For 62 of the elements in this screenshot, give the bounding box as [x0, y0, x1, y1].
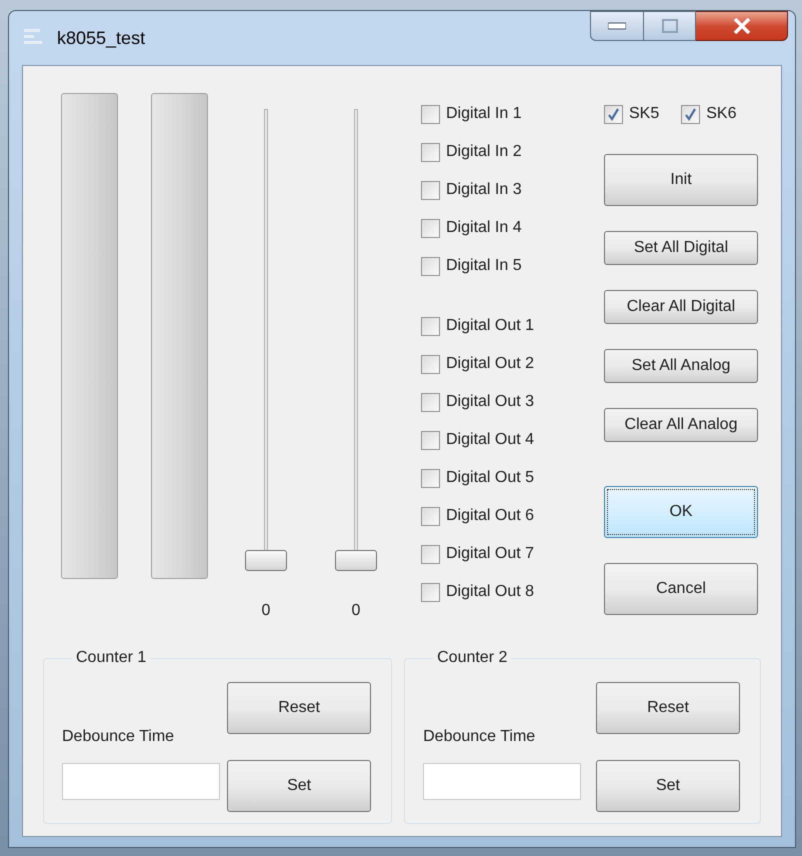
input-field[interactable]	[62, 763, 220, 800]
push-button[interactable]: Set	[596, 760, 740, 812]
checkbox[interactable]	[421, 468, 440, 488]
checkbox-row[interactable]: SK6	[681, 95, 736, 133]
group-title: Counter 2	[436, 648, 508, 668]
check-icon	[684, 108, 698, 120]
vertical-slider[interactable]	[335, 109, 377, 571]
checkbox[interactable]	[421, 142, 440, 162]
field-label: Debounce Time	[423, 727, 536, 747]
push-button[interactable]: Reset	[227, 682, 372, 734]
checkbox[interactable]	[681, 104, 700, 124]
checkbox-row[interactable]: Digital Out 5	[421, 459, 586, 497]
minimize-icon	[608, 22, 626, 30]
checkbox-row[interactable]: Digital Out 3	[421, 383, 586, 421]
input-field[interactable]	[423, 763, 582, 800]
checkbox-row[interactable]: Digital In 3	[421, 171, 586, 209]
push-button[interactable]: Cancel	[604, 563, 758, 615]
minimize-button[interactable]	[590, 11, 644, 41]
push-button[interactable]: Set	[227, 760, 372, 812]
checkbox[interactable]	[421, 104, 440, 124]
maximize-icon	[662, 19, 678, 33]
checkbox-row[interactable]: Digital In 2	[421, 133, 586, 171]
checkbox-row[interactable]: Digital Out 1	[421, 307, 586, 345]
checkbox[interactable]	[421, 430, 440, 450]
checkbox[interactable]	[421, 354, 440, 374]
push-button[interactable]: Clear All Analog	[604, 408, 758, 442]
slider-value: 0	[352, 601, 360, 621]
maximize-button[interactable]	[644, 11, 696, 41]
checkbox[interactable]	[604, 104, 623, 124]
checkbox[interactable]	[421, 256, 440, 276]
close-icon	[732, 18, 750, 34]
group-title: Counter 1	[75, 648, 148, 668]
checkbox[interactable]	[421, 180, 440, 200]
checkbox-row[interactable]: Digital Out 7	[421, 535, 586, 573]
push-button[interactable]: Init	[604, 154, 758, 206]
checkbox-row[interactable]: Digital Out 6	[421, 497, 586, 535]
push-button[interactable]: Set All Analog	[604, 349, 758, 383]
checkbox[interactable]	[421, 582, 440, 602]
check-icon	[607, 108, 620, 120]
slider-thumb[interactable]	[245, 550, 287, 571]
checkbox-row[interactable]: Digital Out 4	[421, 421, 586, 459]
checkbox[interactable]	[421, 392, 440, 412]
checkbox[interactable]	[421, 218, 440, 238]
vertical-slider[interactable]	[245, 109, 287, 571]
slider-thumb[interactable]	[335, 550, 377, 571]
checkbox[interactable]	[421, 506, 440, 526]
checkbox-row[interactable]: Digital In 4	[421, 209, 586, 247]
push-button[interactable]: Clear All Digital	[604, 290, 758, 324]
push-button[interactable]: Reset	[596, 682, 740, 734]
checkbox-row[interactable]: SK5	[604, 95, 660, 133]
checkbox-row[interactable]: Digital In 5	[421, 247, 586, 285]
checkbox-row[interactable]: Digital Out 2	[421, 345, 586, 383]
push-button[interactable]: Set All Digital	[604, 231, 758, 265]
checkbox-row[interactable]: Digital Out 8	[421, 573, 586, 611]
checkbox[interactable]	[421, 544, 440, 564]
checkbox[interactable]	[421, 316, 440, 336]
push-button[interactable]: OK	[604, 486, 758, 538]
window-title: k8055_test	[57, 27, 146, 50]
checkbox-row[interactable]: Digital In 1	[421, 95, 586, 133]
close-button[interactable]	[696, 11, 788, 41]
field-label: Debounce Time	[62, 727, 176, 747]
slider-value: 0	[262, 601, 270, 621]
